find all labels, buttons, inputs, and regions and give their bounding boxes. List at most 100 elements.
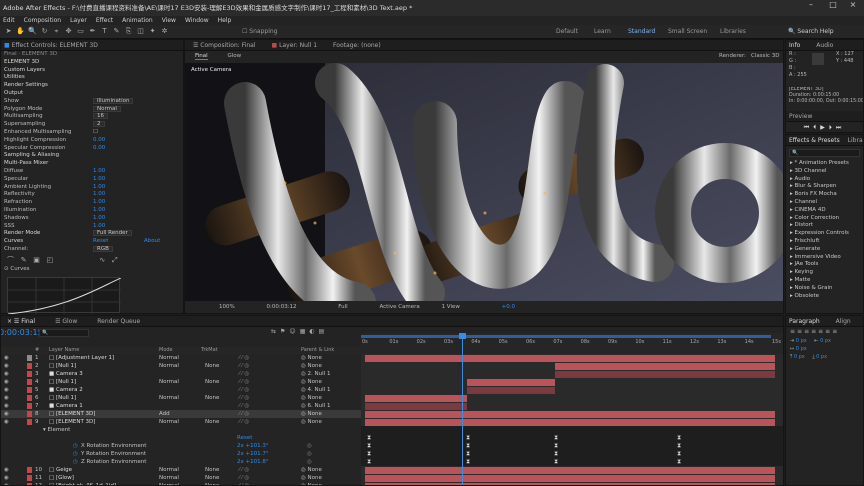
effects-category-item[interactable]: ▸ * Animation Presets <box>786 160 863 168</box>
effect-row-value[interactable]: 0.00 <box>93 145 105 153</box>
layer-name[interactable]: □ [Null 1] <box>49 394 76 402</box>
layer-switches[interactable]: ⁄ ⁄ ◎ <box>239 354 249 362</box>
effects-category-item[interactable]: ▸ Channel <box>786 199 863 207</box>
layer-parent-dropdown[interactable]: ◎ None <box>301 482 322 485</box>
last-frame-icon[interactable]: ⏭ <box>836 124 845 131</box>
space-before-field[interactable]: ⤒ 0 px ⤓ 0 px <box>790 353 863 361</box>
layer-name[interactable]: □ [Null 1] <box>49 378 76 386</box>
keyframe-icon[interactable]: ⧗ <box>554 443 558 449</box>
indent-first-field[interactable]: ↦ 0 px <box>790 345 863 353</box>
pan-tool-icon[interactable]: ✥ <box>64 27 73 36</box>
layer-row[interactable]: ◉ 9 □ [ELEMENT 3D] Normal None ⁄ ⁄ ◎ ◎ None <box>1 418 361 426</box>
layer-parent-dropdown[interactable]: ◎ None <box>301 466 322 474</box>
type-tool-icon[interactable]: T <box>100 27 109 36</box>
resolution-dropdown[interactable]: Full <box>338 304 347 310</box>
layer-parent-dropdown[interactable]: ◎ None <box>301 354 322 362</box>
menu-effect[interactable]: Effect <box>96 16 113 25</box>
puppet-tool-icon[interactable]: ✲ <box>160 27 169 36</box>
property-value[interactable]: 2x +101.7° <box>237 450 269 458</box>
tab-effects-presets[interactable]: Effects & Presets <box>789 137 840 144</box>
layer-trkmat-dropdown[interactable]: None <box>205 418 219 426</box>
effects-category-item[interactable]: ▸ Keying <box>786 269 863 277</box>
workspace-standard[interactable]: Standard <box>628 25 655 39</box>
layer-duration-bar[interactable] <box>555 370 775 378</box>
effect-row-dropdown[interactable]: Full Render <box>93 230 132 237</box>
keyframe-icon[interactable]: ⧗ <box>466 451 470 457</box>
workspace-default[interactable]: Default <box>556 25 578 39</box>
layer-trkmat-dropdown[interactable]: None <box>205 378 219 386</box>
selection-tool-icon[interactable]: ➤ <box>4 27 13 36</box>
keyframe-icon[interactable]: ⧗ <box>554 459 558 465</box>
stopwatch-icon[interactable]: ◷ <box>73 450 78 458</box>
close-icon[interactable]: × <box>842 0 864 16</box>
effects-category-item[interactable]: ▸ Frischluft <box>786 238 863 246</box>
layer-mode-dropdown[interactable]: Normal <box>159 378 179 386</box>
layer-mode-dropdown[interactable]: Normal <box>159 362 179 370</box>
layer-row[interactable]: ◉ 10 □ Geige Normal None ⁄ ⁄ ◎ ◎ None <box>1 466 361 474</box>
keyframe-icon[interactable]: ⧗ <box>367 443 371 449</box>
layer-switches[interactable]: ⁄ ⁄ ◎ <box>239 370 249 378</box>
layer-mode-dropdown[interactable]: Normal <box>159 394 179 402</box>
layer-mode-dropdown[interactable]: Normal <box>159 418 179 426</box>
hand-tool-icon[interactable]: ✋ <box>16 27 25 36</box>
layer-mode-dropdown[interactable]: Normal <box>159 466 179 474</box>
layer-parent-dropdown[interactable]: ◎ None <box>301 362 322 370</box>
property-reset-link[interactable]: Reset <box>237 434 252 442</box>
keyframe-icon[interactable]: ⧗ <box>367 459 371 465</box>
tab-footage[interactable]: Footage: (none) <box>333 40 381 50</box>
keyframe-icon[interactable]: ⧗ <box>677 443 681 449</box>
menu-layer[interactable]: Layer <box>70 16 87 25</box>
effect-property-row[interactable]: ▾ Element <box>1 426 361 434</box>
layer-trkmat-dropdown[interactable]: None <box>205 362 219 370</box>
layer-parent-dropdown[interactable]: ◎ 6. Null 1 <box>301 402 330 410</box>
rotate-tool-icon[interactable]: ↻ <box>40 27 49 36</box>
effects-category-item[interactable]: ▸ Distort <box>786 222 863 230</box>
layer-eye-icon[interactable]: ◉ <box>4 386 9 394</box>
frame-blend-icon[interactable]: ▦ <box>300 328 310 335</box>
exposure-value[interactable]: +0.0 <box>502 304 515 310</box>
subtab-glow[interactable]: Glow <box>227 53 241 59</box>
stopwatch-icon[interactable]: ◷ <box>73 458 78 466</box>
menu-window[interactable]: Window <box>185 16 209 25</box>
effects-category-item[interactable]: ▸ Blur & Sharpen <box>786 183 863 191</box>
curves-about-link[interactable]: About <box>144 238 160 246</box>
tab-paragraph[interactable]: Paragraph <box>789 318 820 325</box>
layer-trkmat-dropdown[interactable]: None <box>205 394 219 402</box>
curve-save-icon[interactable]: ◰ <box>47 256 54 264</box>
layer-switches[interactable]: ⁄ ⁄ ◎ <box>239 418 249 426</box>
tab-layer-null[interactable]: ■ Layer: Null 1 <box>272 40 318 50</box>
layer-switches[interactable]: ⁄ ⁄ ◎ <box>239 394 249 402</box>
work-area-bar[interactable] <box>361 335 771 338</box>
tab-libraries[interactable]: Libra <box>848 137 863 144</box>
property-value[interactable]: 2x +101.3° <box>237 442 269 450</box>
keyframe-icon[interactable]: ⧗ <box>677 435 681 441</box>
maximize-icon[interactable]: □ <box>822 0 844 16</box>
header-layer-name[interactable]: Layer Name <box>49 347 79 354</box>
view-layout-dropdown[interactable]: 1 View <box>442 304 460 310</box>
layer-name[interactable]: □ [Null 1] <box>49 362 76 370</box>
layer-trkmat-dropdown[interactable]: None <box>205 474 219 482</box>
timeline-tab-final[interactable]: × ☰ Final <box>7 316 35 326</box>
layer-name[interactable]: ■ Camera 2 <box>49 386 83 394</box>
workspace-learn[interactable]: Learn <box>594 25 611 39</box>
menu-view[interactable]: View <box>162 16 176 25</box>
keyframe-icon[interactable]: ⧗ <box>466 459 470 465</box>
pen-tool-icon[interactable]: ✒ <box>88 27 97 36</box>
layer-switches[interactable]: ⁄ ⁄ ◎ <box>239 474 249 482</box>
layer-mode-dropdown[interactable]: Normal <box>159 482 179 485</box>
layer-row[interactable]: ◉ 6 □ [Null 1] Normal None ⁄ ⁄ ◎ ◎ None <box>1 394 361 402</box>
layer-name[interactable]: □ [ELEMENT 3D] <box>49 410 95 418</box>
layer-duration-bar[interactable] <box>365 394 467 402</box>
snapping-toggle[interactable]: ☐ Snapping <box>242 25 277 39</box>
channel-dropdown[interactable]: RGB <box>93 245 113 252</box>
eraser-tool-icon[interactable]: ◫ <box>136 27 145 36</box>
layer-mode-dropdown[interactable]: Normal <box>159 354 179 362</box>
layer-eye-icon[interactable]: ◉ <box>4 466 9 474</box>
effects-category-item[interactable]: ▸ Immersive Video <box>786 254 863 262</box>
layer-switches[interactable]: ⁄ ⁄ ◎ <box>239 362 249 370</box>
keyframe-icon[interactable]: ⧗ <box>554 451 558 457</box>
layer-eye-icon[interactable]: ◉ <box>4 378 9 386</box>
timeline-search-input[interactable]: 🔍 <box>39 329 89 337</box>
layer-switches[interactable]: ⁄ ⁄ ◎ <box>239 378 249 386</box>
tab-composition-final[interactable]: ☰ Composition: Final <box>193 40 256 50</box>
